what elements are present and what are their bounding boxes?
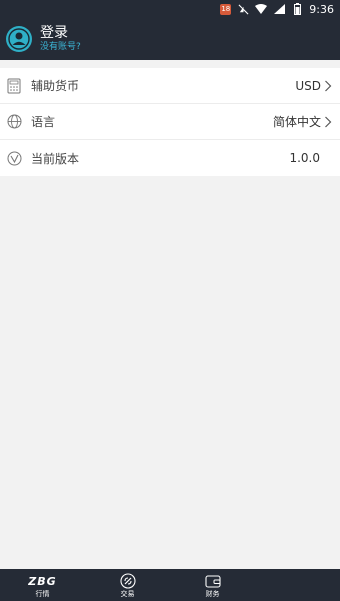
- setting-label: 辅助货币: [31, 79, 80, 93]
- tab-label: 行情: [35, 590, 50, 598]
- setting-value: USD: [295, 78, 321, 93]
- status-bar: 18 9:36: [0, 0, 340, 18]
- setting-label: 语言: [31, 115, 56, 129]
- clock: 9:36: [309, 2, 334, 16]
- battery-icon: [291, 3, 303, 15]
- settings-list: 辅助货币 USD 语言 简体中文 当前版本 1.0.0: [0, 68, 340, 176]
- chevron-right-icon: [324, 80, 334, 92]
- setting-label: 当前版本: [31, 151, 80, 166]
- wifi-icon: [255, 3, 268, 15]
- calculator-icon: [6, 78, 22, 94]
- tab-market[interactable]: ZBG 行情: [0, 569, 85, 601]
- tab-trade[interactable]: 交易: [85, 569, 170, 601]
- mute-icon: [237, 3, 249, 15]
- tab-label: 交易: [120, 590, 135, 598]
- avatar[interactable]: [6, 26, 32, 52]
- tab-label: 财务: [205, 590, 220, 598]
- brand-logo: ZBG: [28, 573, 56, 589]
- tab-empty[interactable]: [255, 569, 340, 601]
- bottom-tab-bar: ZBG 行情 交易 财务: [0, 569, 340, 601]
- setting-row-version: 当前版本 1.0.0: [0, 140, 340, 176]
- setting-value: 简体中文: [272, 115, 321, 129]
- notification-badge: 18: [220, 3, 232, 15]
- brand-logo-text: ZBG: [28, 574, 57, 588]
- register-link[interactable]: 没有账号?: [40, 41, 81, 53]
- version-check-icon: [6, 150, 22, 166]
- signal-icon: [273, 3, 285, 15]
- globe-icon: [6, 114, 22, 130]
- chevron-right-icon: [324, 116, 334, 128]
- wallet-icon: [204, 573, 221, 589]
- tab-finance[interactable]: 财务: [170, 569, 255, 601]
- user-icon: [8, 28, 30, 50]
- app-header: 登录 没有账号?: [0, 18, 340, 60]
- setting-row-currency[interactable]: 辅助货币 USD: [0, 68, 340, 104]
- login-link[interactable]: 登录: [40, 25, 81, 41]
- trade-icon: [119, 573, 136, 589]
- setting-row-language[interactable]: 语言 简体中文: [0, 104, 340, 140]
- setting-value: 1.0.0: [289, 151, 320, 165]
